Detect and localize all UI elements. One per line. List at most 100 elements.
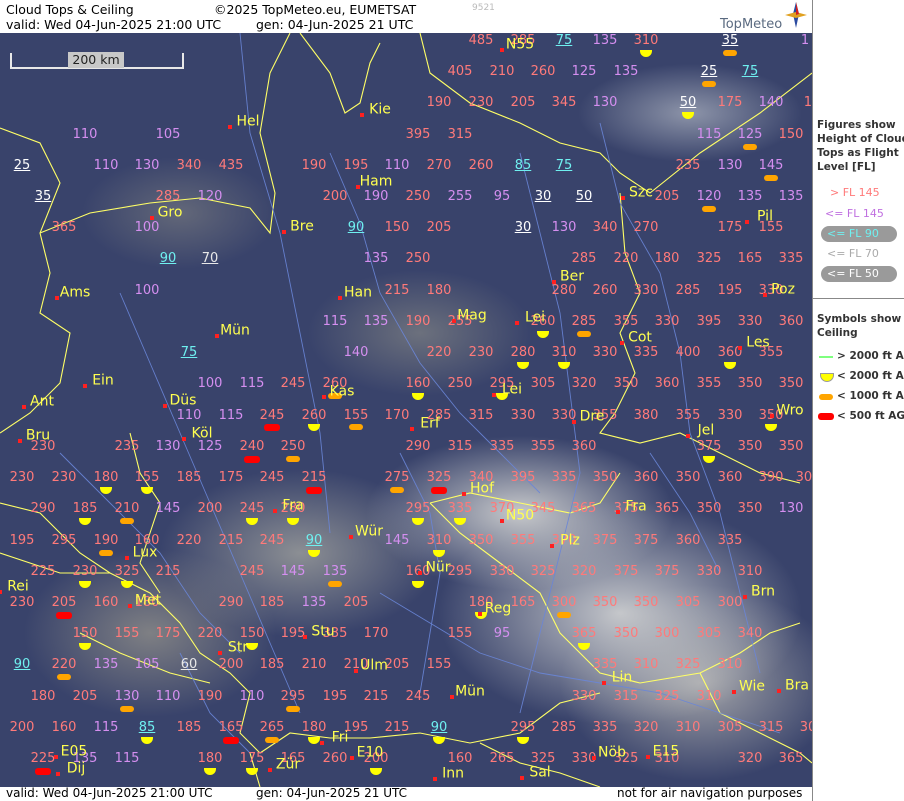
cloud-top-label: 155 (426, 657, 452, 672)
city-label: Lin (611, 669, 633, 686)
footer-valid: valid: Wed 04-Jun-2025 21:00 UTC (6, 786, 213, 800)
cloud-top-label: 130 (155, 439, 181, 454)
legend-fl-90: <= FL 90 (827, 227, 879, 240)
city-label: Dij (66, 760, 86, 777)
ceiling-below-1000-icon (328, 581, 342, 587)
cloud-top-label: 335 (717, 533, 743, 548)
cloud-top-label: 90 (159, 251, 177, 266)
cloud-top-label: 245 (239, 501, 265, 516)
legend-tops-title-1: Figures show (817, 119, 896, 131)
city-label: Ein (92, 372, 114, 389)
city-marker-icon (732, 690, 736, 694)
city-marker-icon (215, 334, 219, 338)
cloud-top-label: 265 (489, 751, 515, 766)
cloud-top-label: 295 (280, 689, 306, 704)
city-marker-icon (621, 196, 625, 200)
cloud-top-label: 290 (30, 501, 56, 516)
cloud-top-label: 330 (717, 408, 743, 423)
city-label: Mün (220, 322, 250, 339)
cloud-top-label: 350 (633, 595, 659, 610)
city-label: Wür (355, 523, 383, 540)
compass-logo-icon (785, 2, 807, 28)
cloud-top-label: 130 (592, 95, 618, 110)
cloud-top-label: 315 (447, 127, 473, 142)
cloud-top-label: 215 (384, 283, 410, 298)
cloud-top-label: 300 (795, 470, 812, 485)
cloud-top-label: 110 (155, 689, 181, 704)
cloud-top-label: 365 (571, 626, 597, 641)
city-label: Hof (469, 480, 495, 497)
city-marker-icon (268, 768, 272, 772)
cloud-top-label: 115 (114, 751, 140, 766)
cloud-top-label: 180 (301, 720, 327, 735)
cloud-top-label: 285 (155, 189, 181, 204)
scale-label: 200 km (68, 52, 124, 68)
cloud-top-label: 95 (493, 626, 511, 641)
cloud-top-label: 360 (778, 314, 804, 329)
cloud-top-label: 350 (696, 501, 722, 516)
cloud-top-label: 205 (426, 220, 452, 235)
cloud-top-label: 360 (717, 470, 743, 485)
cloud-top-label: 115 (93, 720, 119, 735)
cloud-top-label: 395 (510, 470, 536, 485)
cloud-top-label: 105 (134, 657, 160, 672)
cloud-top-label: 355 (675, 408, 701, 423)
cloud-top-label: 105 (155, 127, 181, 142)
cloud-top-label: 165 (510, 595, 536, 610)
cloud-top-label: 320 (633, 720, 659, 735)
city-label: Ber (560, 268, 584, 285)
city-label: Inn (442, 765, 464, 782)
ceiling-below-1000-icon (743, 144, 757, 150)
cloud-top-label: 295 (405, 501, 431, 516)
cloud-top-label: 335 (489, 439, 515, 454)
cloud-top-label: 175 (717, 95, 743, 110)
city-marker-icon (552, 280, 556, 284)
cloud-top-label: 215 (384, 720, 410, 735)
cloud-top-label: 350 (675, 470, 701, 485)
cloud-top-label: 485 (468, 33, 494, 48)
city-label: E15 (652, 743, 680, 760)
cloud-top-label: 130 (134, 158, 160, 173)
cloud-top-label: 320 (571, 564, 597, 579)
legend-divider (813, 298, 904, 299)
cloud-top-label: 120 (696, 189, 722, 204)
cloud-top-label: 185 (259, 657, 285, 672)
cloud-top-label: 130 (551, 220, 577, 235)
city-marker-icon (182, 437, 186, 441)
cloud-top-label: 180 (93, 470, 119, 485)
city-label: Mag (457, 307, 487, 324)
city-marker-icon (452, 319, 456, 323)
cloud-top-label: 350 (613, 626, 639, 641)
cloud-top-label: 115 (218, 408, 244, 423)
ceiling-below-1000-icon (723, 50, 737, 56)
cloud-top-label: 155 (114, 626, 140, 641)
city-marker-icon (273, 509, 277, 513)
city-label: E05 (60, 743, 88, 760)
cloud-top-label: 250 (405, 251, 431, 266)
cloud-top-label: 125 (571, 64, 597, 79)
city-marker-icon (54, 755, 58, 759)
cloud-top-label: 325 (696, 251, 722, 266)
ceiling-below-1000-icon (99, 550, 113, 556)
cloud-top-label: 310 (717, 657, 743, 672)
cloud-top-label: 335 (633, 345, 659, 360)
cloud-top-label: 110 (93, 158, 119, 173)
header: Cloud Tops & Ceiling ©2025 TopMeteo.eu, … (0, 0, 812, 33)
city-marker-icon (478, 612, 482, 616)
cloud-top-label: 155 (343, 408, 369, 423)
cloud-top-label: 305 (675, 595, 701, 610)
cloud-top-label: 110 (72, 127, 98, 142)
legend-yellow-icon (820, 373, 834, 382)
city-marker-icon (303, 635, 307, 639)
cloud-top-label: 335 (551, 470, 577, 485)
city-label: Nöb (598, 744, 626, 761)
ceiling-below-500-icon (306, 487, 322, 494)
cloud-top-label: 125 (197, 439, 223, 454)
city-label: Düs (169, 392, 197, 409)
city-label: Lei (501, 381, 523, 398)
cloud-top-label: 220 (613, 251, 639, 266)
satellite-map[interactable]: 200 km 485 285 75 135 310 35 1 405 210 260 125 135 2… (0, 33, 812, 787)
cloud-top-label: 280 (551, 283, 577, 298)
city-marker-icon (777, 689, 781, 693)
ceiling-below-1000-icon (286, 706, 300, 712)
